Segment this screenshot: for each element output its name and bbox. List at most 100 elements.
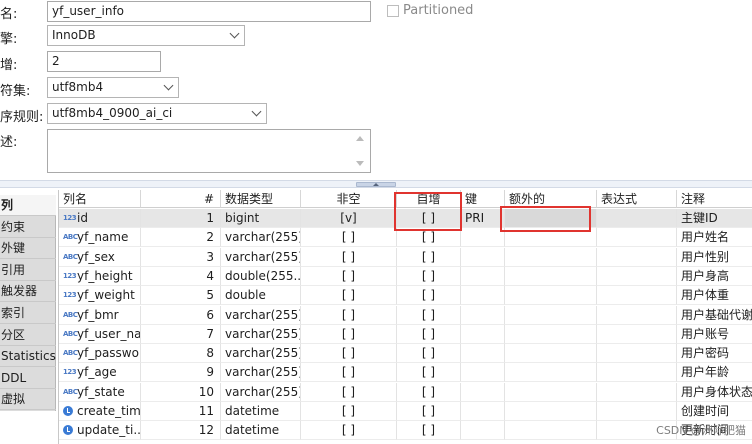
- tab-5[interactable]: 索引: [0, 303, 56, 324]
- table-row[interactable]: ABCyf_passwo...8varchar(255)[ ][ ]用户密码: [59, 344, 752, 364]
- cell-num[interactable]: 1: [141, 209, 221, 228]
- auto-increment-input[interactable]: 2: [47, 51, 161, 72]
- cell-key[interactable]: [461, 228, 505, 248]
- cell-comment[interactable]: 用户账号: [677, 325, 752, 344]
- cell-comment[interactable]: 用户性别: [677, 248, 752, 267]
- cell-type[interactable]: double(255...: [221, 266, 301, 286]
- cell-num[interactable]: 3: [141, 247, 221, 267]
- cell-key[interactable]: [461, 344, 505, 364]
- table-row[interactable]: ABCyf_sex 3 varchar(255)[ ][ ] 用户性别: [59, 247, 752, 267]
- cell-expression[interactable]: [597, 228, 677, 248]
- engine-select[interactable]: InnoDB: [47, 25, 245, 46]
- cell-key[interactable]: [461, 363, 505, 383]
- cell-type[interactable]: varchar(255): [221, 247, 301, 267]
- cell-key[interactable]: [461, 286, 505, 306]
- cell-num[interactable]: 10: [141, 382, 221, 402]
- cell-expression[interactable]: [597, 324, 677, 344]
- tab-3[interactable]: 引用: [0, 260, 56, 281]
- cell-comment[interactable]: 用户基础代谢: [677, 306, 752, 325]
- cell-num[interactable]: 9: [141, 363, 221, 383]
- col-header-name[interactable]: 列名: [59, 190, 141, 208]
- cell-type[interactable]: varchar(255): [221, 228, 301, 248]
- cell-auto-inc[interactable]: [ ]: [397, 324, 461, 344]
- cell-type[interactable]: varchar(255): [221, 324, 301, 344]
- cell-name[interactable]: ABCyf_user_na...: [59, 324, 141, 344]
- cell-not-null[interactable]: [ ]: [301, 266, 397, 286]
- tab-7[interactable]: Statistics: [0, 346, 56, 368]
- cell-expression[interactable]: [597, 209, 677, 228]
- cell-num[interactable]: 7: [141, 324, 221, 344]
- cell-name[interactable]: ABCyf_name: [59, 228, 141, 248]
- cell-not-null[interactable]: [ ]: [301, 324, 397, 344]
- cell-extra[interactable]: [505, 344, 597, 364]
- cell-auto-inc[interactable]: [ ]: [397, 286, 461, 306]
- cell-not-null[interactable]: [ ]: [301, 344, 397, 364]
- cell-key[interactable]: [461, 266, 505, 286]
- cell-key[interactable]: [461, 382, 505, 402]
- col-header-expression[interactable]: 表达式: [597, 190, 677, 208]
- cell-key[interactable]: PRI: [461, 209, 505, 228]
- collapse-handle[interactable]: [356, 182, 396, 187]
- cell-type[interactable]: double: [221, 286, 301, 306]
- scroll-up-icon[interactable]: [356, 136, 364, 141]
- cell-auto-inc[interactable]: [ ]: [397, 247, 461, 267]
- cell-type[interactable]: varchar(255): [221, 305, 301, 325]
- cell-auto-inc[interactable]: [ ]: [397, 209, 461, 228]
- cell-expression[interactable]: [597, 344, 677, 364]
- cell-num[interactable]: 11: [141, 402, 221, 421]
- cell-comment[interactable]: 用户姓名: [677, 228, 752, 248]
- tab-1[interactable]: 约束: [0, 217, 56, 238]
- cell-num[interactable]: 2: [141, 228, 221, 248]
- cell-name[interactable]: 123yf_age: [59, 363, 141, 383]
- cell-extra[interactable]: [505, 382, 597, 402]
- col-header-comment[interactable]: 注释: [677, 190, 752, 208]
- cell-auto-inc[interactable]: [ ]: [397, 402, 461, 421]
- tab-4[interactable]: 触发器: [0, 281, 56, 303]
- cell-name[interactable]: ABCyf_bmr: [59, 305, 141, 325]
- cell-expression[interactable]: [597, 266, 677, 286]
- col-header-not-null[interactable]: 非空: [301, 190, 397, 208]
- col-header-key[interactable]: 键: [461, 190, 505, 208]
- cell-name[interactable]: ABCyf_state: [59, 382, 141, 402]
- cell-not-null[interactable]: [ ]: [301, 382, 397, 402]
- cell-extra[interactable]: [505, 266, 597, 286]
- cell-type[interactable]: datetime: [221, 421, 301, 441]
- cell-num[interactable]: 8: [141, 344, 221, 364]
- cell-extra[interactable]: [505, 209, 597, 228]
- cell-not-null[interactable]: [ ]: [301, 402, 397, 421]
- cell-key[interactable]: [461, 324, 505, 344]
- cell-key[interactable]: [461, 305, 505, 325]
- cell-num[interactable]: 12: [141, 421, 221, 441]
- cell-comment[interactable]: 主键ID: [677, 209, 752, 228]
- cell-auto-inc[interactable]: [ ]: [397, 228, 461, 248]
- collation-select[interactable]: utf8mb4_0900_ai_ci: [47, 103, 267, 124]
- cell-expression[interactable]: [597, 286, 677, 306]
- cell-comment[interactable]: 用户年龄: [677, 363, 752, 383]
- cell-name[interactable]: 123yf_weight: [59, 286, 141, 306]
- cell-type[interactable]: varchar(255): [221, 344, 301, 364]
- table-row[interactable]: ABCyf_state 10 varchar(255)[ ][ ] 用户身体状态: [59, 382, 752, 402]
- table-row[interactable]: create_time11datetime[ ][ ]创建时间: [59, 402, 752, 421]
- cell-not-null[interactable]: [ ]: [301, 305, 397, 325]
- cell-auto-inc[interactable]: [ ]: [397, 305, 461, 325]
- cell-type[interactable]: varchar(255): [221, 382, 301, 402]
- table-row[interactable]: ABCyf_name 2 varchar(255)[ ][ ] 用户姓名: [59, 228, 752, 248]
- tab-0[interactable]: 列: [0, 195, 56, 216]
- cell-auto-inc[interactable]: [ ]: [397, 382, 461, 402]
- cell-extra[interactable]: [505, 305, 597, 325]
- table-row[interactable]: ABCyf_bmr 6 varchar(255)[ ][ ] 用户基础代谢: [59, 305, 752, 325]
- col-header-type[interactable]: 数据类型: [221, 190, 301, 208]
- cell-auto-inc[interactable]: [ ]: [397, 266, 461, 286]
- cell-type[interactable]: datetime: [221, 402, 301, 421]
- cell-extra[interactable]: [505, 421, 597, 441]
- cell-name[interactable]: ABCyf_sex: [59, 247, 141, 267]
- cell-auto-inc[interactable]: [ ]: [397, 344, 461, 364]
- cell-key[interactable]: [461, 421, 505, 441]
- table-row[interactable]: 123id 1 bigint [v][ ] PRI 主键ID: [59, 209, 752, 228]
- cell-comment[interactable]: 用户体重: [677, 286, 752, 306]
- cell-not-null[interactable]: [ ]: [301, 421, 397, 441]
- cell-name[interactable]: create_time: [59, 402, 141, 421]
- tab-6[interactable]: 分区: [0, 325, 56, 346]
- scroll-down-icon[interactable]: [356, 161, 364, 166]
- cell-comment[interactable]: 创建时间: [677, 402, 752, 421]
